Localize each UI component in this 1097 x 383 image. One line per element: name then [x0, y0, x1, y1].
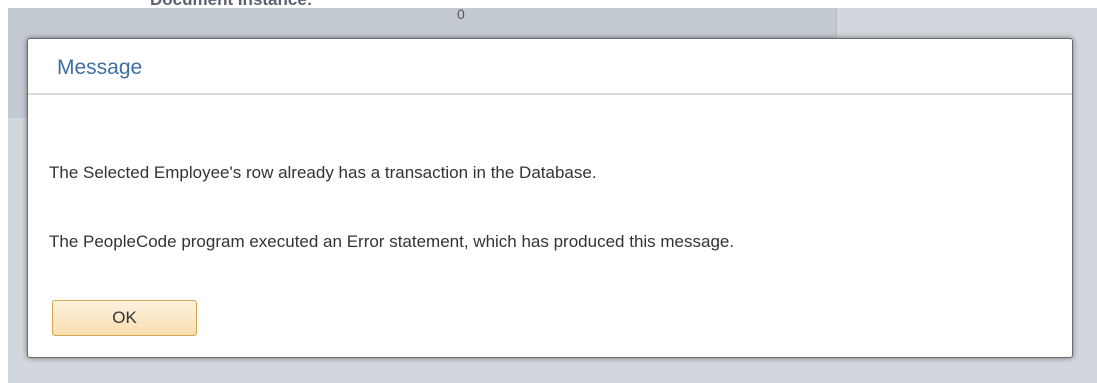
dialog-header: Message [28, 39, 1072, 95]
background-field-label: Document Instance: [150, 0, 312, 12]
background-divider [835, 8, 837, 38]
message-dialog: Message The Selected Employee's row alre… [27, 38, 1073, 358]
message-text-secondary: The PeopleCode program executed an Error… [49, 232, 735, 251]
message-text-primary: The Selected Employee's row already has … [49, 163, 597, 182]
ok-button[interactable]: OK [52, 300, 197, 336]
dialog-title: Message [57, 56, 143, 79]
background-field-value: 0 [457, 6, 465, 22]
